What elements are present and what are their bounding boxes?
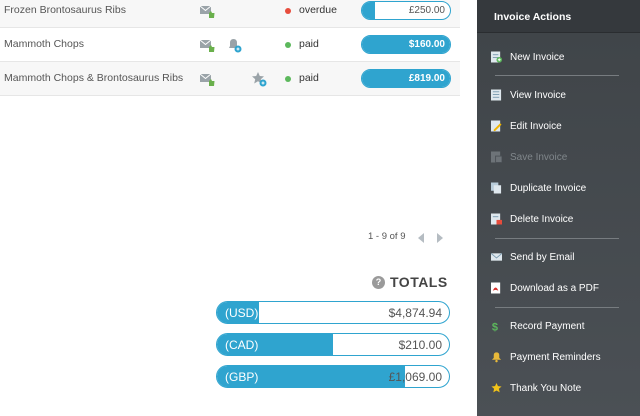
status-label: paid <box>299 38 319 50</box>
view-invoice-icon <box>491 89 502 101</box>
sidebar-item-label: Edit Invoice <box>510 120 562 132</box>
amount-bar: £819.00 <box>361 69 451 88</box>
sidebar-title: Invoice Actions <box>494 11 572 23</box>
total-gbp-bar: (GBP) £1,069.00 <box>216 365 450 388</box>
status-dot <box>285 8 291 14</box>
invoice-name[interactable]: Mammoth Chops <box>4 38 84 50</box>
status-label: paid <box>299 72 319 84</box>
send-by-email-button[interactable]: Send by Email <box>491 251 574 263</box>
invoice-actions-sidebar: Invoice Actions New Invoice View Invoice… <box>477 0 640 416</box>
save-invoice-icon <box>491 151 502 163</box>
status-label: overdue <box>299 4 337 16</box>
invoice-list: Frozen Brontosaurus Ribs overdue £250.00… <box>0 0 460 96</box>
invoice-name[interactable]: Frozen Brontosaurus Ribs <box>4 4 126 16</box>
totals-heading: ? TOTALS <box>372 274 448 290</box>
duplicate-invoice-icon <box>491 182 502 194</box>
save-invoice-button[interactable]: Save Invoice <box>491 151 567 163</box>
total-amount: £1,069.00 <box>388 370 442 384</box>
currency-label: (GBP) <box>225 370 259 384</box>
total-amount: $210.00 <box>398 338 442 352</box>
email-sent-icon <box>199 73 215 86</box>
duplicate-invoice-button[interactable]: Duplicate Invoice <box>491 182 586 194</box>
amount-bar: $160.00 <box>361 35 451 54</box>
email-sent-icon <box>199 5 215 18</box>
svg-text:$: $ <box>492 322 498 332</box>
sidebar-item-label: Record Payment <box>510 320 585 332</box>
new-invoice-icon <box>491 51 502 63</box>
invoice-row[interactable]: Frozen Brontosaurus Ribs overdue £250.00 <box>0 0 460 28</box>
currency-label: (CAD) <box>225 338 259 352</box>
bell-icon <box>491 352 502 363</box>
status-dot <box>285 76 291 82</box>
amount-bar: £250.00 <box>361 1 451 20</box>
new-invoice-button[interactable]: New Invoice <box>491 51 564 63</box>
view-invoice-button[interactable]: View Invoice <box>491 89 566 101</box>
sidebar-item-label: Thank You Note <box>510 382 582 394</box>
payment-reminders-button[interactable]: Payment Reminders <box>491 351 601 363</box>
status-dot <box>285 42 291 48</box>
amount-bar-fill <box>362 2 376 19</box>
sidebar-item-label: Save Invoice <box>510 151 568 163</box>
thank-you-note-button[interactable]: Thank You Note <box>491 382 581 394</box>
sidebar-item-label: New Invoice <box>510 51 565 63</box>
thank-you-star-icon <box>252 72 267 87</box>
sidebar-divider <box>495 238 619 239</box>
total-cad-bar: (CAD) $210.00 <box>216 333 450 356</box>
sidebar-item-label: Download as a PDF <box>510 282 599 294</box>
delete-invoice-button[interactable]: Delete Invoice <box>491 213 573 225</box>
edit-invoice-button[interactable]: Edit Invoice <box>491 120 562 132</box>
star-icon <box>491 382 502 393</box>
sidebar-item-label: View Invoice <box>510 89 566 101</box>
next-page-icon[interactable] <box>437 233 443 243</box>
help-icon[interactable]: ? <box>372 275 385 289</box>
sidebar-item-label: Send by Email <box>510 251 575 263</box>
pdf-icon <box>491 282 501 294</box>
download-pdf-button[interactable]: Download as a PDF <box>491 282 599 294</box>
amount-value: £819.00 <box>408 73 445 84</box>
record-payment-button[interactable]: $ Record Payment <box>491 320 585 333</box>
edit-invoice-icon <box>491 120 502 132</box>
invoice-row[interactable]: Mammoth Chops & Brontosaurus Ribs paid £… <box>0 62 460 96</box>
sidebar-divider <box>495 307 619 308</box>
sidebar-item-label: Delete Invoice <box>510 213 574 225</box>
totals-title: TOTALS <box>390 274 448 290</box>
dollar-icon: $ <box>492 322 498 332</box>
pagination-label: 1 - 9 of 9 <box>368 231 406 242</box>
email-icon <box>491 252 502 261</box>
reminder-bell-icon <box>229 39 242 53</box>
currency-label: (USD) <box>225 306 259 320</box>
amount-value: £250.00 <box>408 5 445 16</box>
sidebar-divider <box>495 75 619 76</box>
invoice-name[interactable]: Mammoth Chops & Brontosaurus Ribs <box>4 72 183 84</box>
delete-invoice-icon <box>491 213 502 225</box>
amount-value: $160.00 <box>408 39 445 50</box>
previous-page-icon[interactable] <box>418 233 424 243</box>
email-sent-icon <box>199 39 215 52</box>
total-amount: $4,874.94 <box>388 306 442 320</box>
total-usd-bar: (USD) $4,874.94 <box>216 301 450 324</box>
invoice-row[interactable]: Mammoth Chops paid $160.00 <box>0 28 460 62</box>
sidebar-item-label: Duplicate Invoice <box>510 182 587 194</box>
sidebar-item-label: Payment Reminders <box>510 351 601 363</box>
